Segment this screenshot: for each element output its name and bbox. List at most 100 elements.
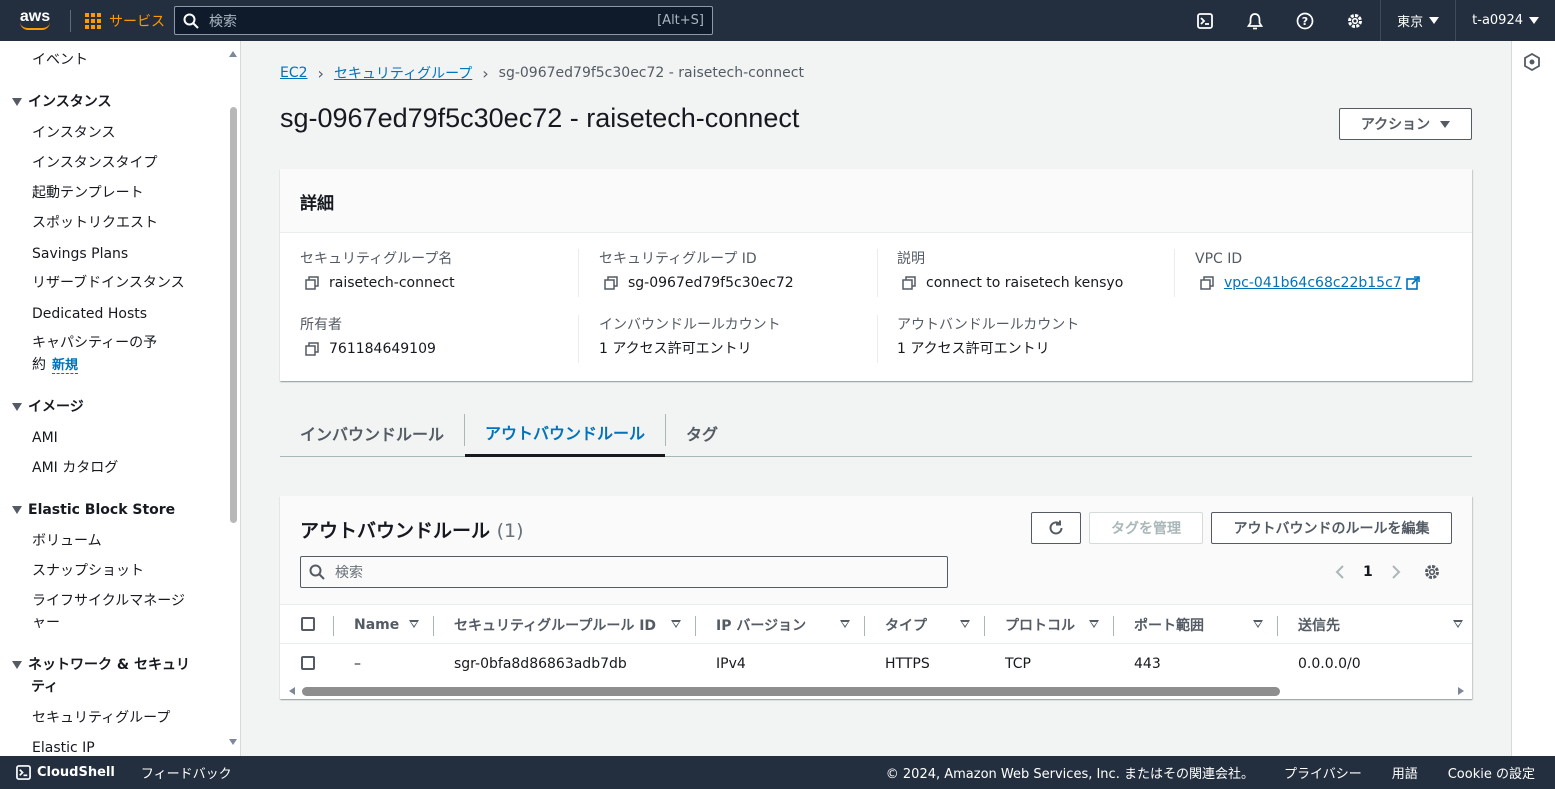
- sidebar-item-instances[interactable]: インスタンス: [32, 122, 115, 144]
- refresh-icon: [1049, 520, 1063, 535]
- rules-title-text: アウトバウンドルール: [300, 520, 491, 542]
- sidebar-section-instances[interactable]: インスタンス: [12, 91, 111, 113]
- feedback-link[interactable]: フィードバック: [131, 763, 232, 782]
- sidebar-item-security-groups[interactable]: セキュリティグループ: [32, 707, 170, 729]
- tab-outbound-rules[interactable]: アウトバウンドルール: [465, 409, 666, 457]
- global-search-input[interactable]: 検索 [Alt+S]: [174, 6, 713, 35]
- cloudshell-footer-button[interactable]: CloudShell: [0, 765, 131, 780]
- actions-button[interactable]: アクション: [1339, 108, 1472, 140]
- account-menu[interactable]: t-a0924: [1455, 0, 1555, 41]
- terms-link[interactable]: 用語: [1392, 763, 1418, 782]
- sidebar-item-spot-requests[interactable]: スポットリクエスト: [32, 212, 158, 234]
- sort-icon[interactable]: [1089, 620, 1099, 628]
- sidebar-item-volumes[interactable]: ボリューム: [32, 530, 102, 552]
- cloudshell-button[interactable]: [1180, 0, 1230, 41]
- sidebar-item-dedicated-hosts[interactable]: Dedicated Hosts: [32, 303, 147, 325]
- sort-icon[interactable]: [1253, 620, 1263, 628]
- chevron-left-icon[interactable]: [1335, 564, 1345, 580]
- pagination: 1: [1335, 558, 1441, 586]
- divider: [578, 315, 579, 363]
- privacy-link[interactable]: プライバシー: [1284, 763, 1362, 782]
- manage-tags-button[interactable]: タグを管理: [1089, 512, 1203, 544]
- chevron-right-icon: ›: [317, 63, 324, 83]
- column-rule-id[interactable]: セキュリティグループルール ID: [454, 605, 656, 645]
- sidebar-item-instance-types[interactable]: インスタンスタイプ: [32, 152, 157, 174]
- services-menu[interactable]: サービス: [71, 11, 179, 31]
- column-type[interactable]: タイプ: [885, 605, 927, 645]
- sidebar-section-ebs[interactable]: Elastic Block Store: [12, 499, 175, 521]
- table-row[interactable]: – sgr-0bfa8d86863adb7db IPv4 HTTPS TCP 4…: [280, 644, 1472, 684]
- sort-icon[interactable]: [409, 620, 419, 628]
- page-number[interactable]: 1: [1363, 564, 1373, 580]
- breadcrumb-security-groups[interactable]: セキュリティグループ: [334, 63, 472, 83]
- field-label: アウトバンドルールカウント: [897, 317, 1080, 333]
- sidebar-section-images[interactable]: イメージ: [12, 396, 84, 418]
- scroll-left-icon[interactable]: [289, 687, 295, 695]
- vpc-link[interactable]: vpc-041b64c68c22b15c7: [1224, 273, 1420, 293]
- sort-icon[interactable]: [840, 620, 850, 628]
- column-protocol[interactable]: プロトコル: [1005, 605, 1075, 645]
- scrollbar-thumb[interactable]: [230, 107, 237, 523]
- table-horizontal-scrollbar[interactable]: [280, 684, 1472, 698]
- divider: [877, 315, 878, 363]
- table-header: Name セキュリティグループルール ID IP バージョン タイプ プロトコル…: [280, 604, 1472, 644]
- sort-icon[interactable]: [960, 620, 970, 628]
- sidebar-item-lifecycle-manager[interactable]: ライフサイクルマネージ: [32, 590, 185, 612]
- sidebar-scrollbar[interactable]: [228, 41, 240, 756]
- tab-tags[interactable]: タグ: [666, 409, 738, 457]
- sidebar-item-events[interactable]: イベント: [32, 49, 88, 71]
- scroll-up-icon[interactable]: [229, 51, 237, 57]
- copy-icon[interactable]: [305, 342, 319, 356]
- rules-search-input[interactable]: 検索: [300, 556, 948, 588]
- bell-icon: [1247, 12, 1264, 29]
- settings-button[interactable]: [1330, 0, 1380, 41]
- sidebar-item-ami[interactable]: AMI: [32, 427, 58, 449]
- sidebar-item-capacity-reservations-line2[interactable]: 約新規: [32, 354, 79, 377]
- tab-inbound-rules[interactable]: インバウンドルール: [280, 409, 464, 457]
- chevron-right-icon[interactable]: [1391, 564, 1401, 580]
- sidebar-item-savings-plans[interactable]: Savings Plans: [32, 243, 128, 265]
- sidebar-item-elastic-ip[interactable]: Elastic IP: [32, 737, 95, 756]
- cell-rule-id: sgr-0bfa8d86863adb7db: [454, 656, 627, 672]
- help-button[interactable]: ?: [1280, 0, 1330, 41]
- scroll-right-icon[interactable]: [1458, 687, 1464, 695]
- sort-icon[interactable]: [671, 620, 681, 628]
- copy-icon[interactable]: [1200, 276, 1214, 290]
- column-name[interactable]: Name: [354, 605, 399, 645]
- gear-icon[interactable]: [1423, 563, 1441, 581]
- sidebar-item-lifecycle-manager-line2[interactable]: ャー: [32, 612, 60, 634]
- field-label: インバウンドルールカウント: [599, 317, 781, 333]
- sidebar-section-network-security-line2[interactable]: ティ: [31, 676, 58, 698]
- grid-icon: [85, 12, 101, 29]
- select-all-checkbox[interactable]: [301, 617, 315, 631]
- sidebar-item-ami-catalog[interactable]: AMI カタログ: [32, 457, 118, 479]
- copy-icon[interactable]: [902, 276, 916, 290]
- aws-logo[interactable]: aws: [0, 0, 70, 41]
- cell-port-range: 443: [1134, 656, 1161, 672]
- copy-icon[interactable]: [305, 276, 319, 290]
- terminal-icon: [1197, 12, 1214, 29]
- sidebar-item-launch-templates[interactable]: 起動テンプレート: [32, 182, 144, 204]
- column-destination[interactable]: 送信先: [1298, 605, 1340, 645]
- edit-outbound-rules-button[interactable]: アウトバウンドのルールを編集: [1211, 512, 1452, 544]
- sidebar-item-label: 約: [32, 357, 46, 373]
- info-panel-icon[interactable]: [1524, 53, 1540, 71]
- column-port-range[interactable]: ポート範囲: [1134, 605, 1204, 645]
- breadcrumb-ec2[interactable]: EC2: [280, 65, 308, 81]
- scrollbar-thumb[interactable]: [302, 687, 1280, 696]
- refresh-button[interactable]: [1031, 512, 1081, 544]
- sidebar-section-network-security[interactable]: ネットワーク & セキュリ: [12, 654, 190, 676]
- copy-icon[interactable]: [604, 276, 618, 290]
- sidebar-item-capacity-reservations[interactable]: キャパシティーの予: [32, 332, 157, 354]
- caret-down-icon: [12, 98, 22, 106]
- sort-icon[interactable]: [1453, 620, 1463, 628]
- region-selector[interactable]: 東京: [1380, 0, 1455, 41]
- sidebar-item-snapshots[interactable]: スナップショット: [32, 560, 144, 582]
- cookie-settings-link[interactable]: Cookie の設定: [1448, 763, 1535, 782]
- scroll-down-icon[interactable]: [229, 739, 237, 745]
- sidebar-item-reserved-instances[interactable]: リザーブドインスタンス: [32, 272, 185, 294]
- field-label: セキュリティグループ名: [300, 251, 453, 267]
- notifications-button[interactable]: [1230, 0, 1280, 41]
- column-ip-version[interactable]: IP バージョン: [716, 605, 806, 645]
- row-checkbox[interactable]: [301, 656, 315, 670]
